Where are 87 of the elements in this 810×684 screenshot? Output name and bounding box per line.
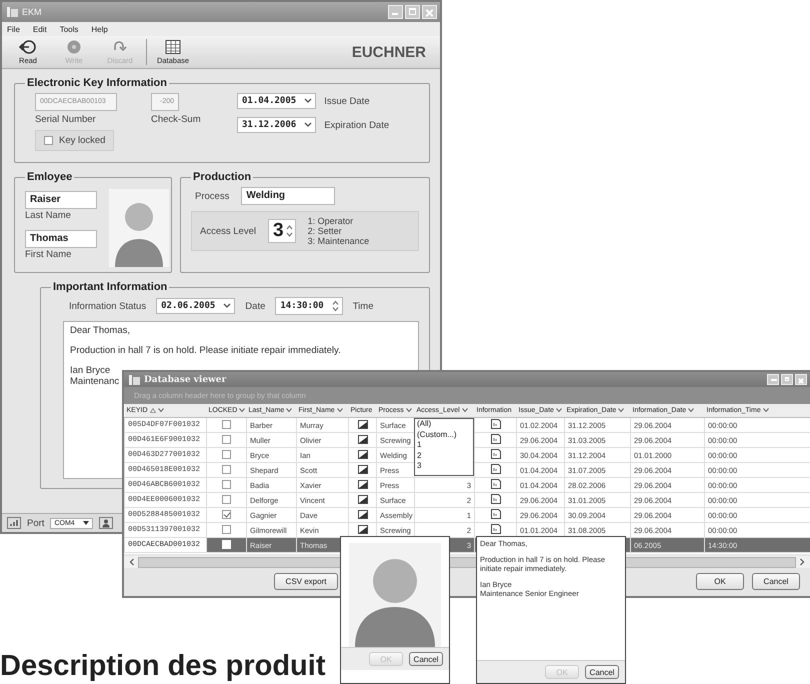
field-label: Last Name — [25, 210, 72, 221]
field-label: Access Level — [200, 226, 256, 236]
level-legend-line: 1: Operator — [308, 216, 354, 226]
ok-button[interactable]: OK — [696, 573, 744, 590]
port-label: Port — [27, 518, 44, 528]
checkbox-label: Key locked — [59, 135, 106, 146]
checkbox[interactable] — [222, 420, 231, 428]
spin-arrows-icon — [332, 300, 339, 312]
cancel-button[interactable]: Cancel — [752, 573, 800, 590]
message-line: Ian Bryce — [70, 365, 110, 376]
time-spinner[interactable]: 14:30:00 — [275, 297, 343, 315]
level-legend-line: 3: Maintenance — [308, 236, 370, 246]
signal-bars-icon[interactable] — [7, 517, 21, 529]
checkbox[interactable] — [222, 494, 231, 504]
document-icon[interactable] — [490, 479, 500, 489]
message-line: Maintenanc — [70, 376, 120, 387]
process-field[interactable]: Welding — [241, 187, 336, 205]
document-icon[interactable] — [490, 464, 500, 474]
app-icon — [129, 374, 140, 384]
document-icon[interactable] — [490, 419, 500, 429]
first-name-field[interactable]: Thomas — [25, 230, 97, 248]
image-icon[interactable] — [358, 464, 368, 474]
document-icon[interactable] — [490, 434, 500, 444]
menu-item[interactable]: File — [7, 24, 20, 34]
checkbox[interactable] — [222, 450, 231, 458]
menu-item[interactable]: Help — [91, 24, 108, 34]
last-name-field[interactable]: Raiser — [25, 191, 97, 209]
filter-option[interactable]: (Custom...) — [417, 430, 457, 440]
field-label: First Name — [25, 249, 72, 260]
access-level-spinner[interactable]: 3 — [268, 219, 296, 243]
field-label: Time — [352, 300, 374, 312]
field-label: Process — [195, 190, 230, 202]
group-title: Important Information — [52, 281, 168, 293]
filter-option[interactable]: 1 — [417, 440, 422, 450]
group-title: Emloyee — [26, 171, 74, 183]
image-icon[interactable] — [358, 524, 368, 534]
filter-option[interactable]: (All) — [417, 419, 432, 430]
logo-text: EUCHNER — [352, 44, 427, 60]
image-icon[interactable] — [358, 510, 368, 518]
field-label: Expiration Date — [324, 120, 390, 130]
message-line: Production in hall 7 is on hold. Please initiate repair immediately. — [70, 345, 341, 356]
table-grid-icon — [164, 39, 182, 55]
field-label: Information Status — [69, 300, 146, 312]
checkbox[interactable] — [222, 524, 231, 534]
document-icon[interactable] — [490, 449, 500, 459]
dropdown-arrow-icon — [82, 521, 89, 525]
image-icon[interactable] — [358, 494, 368, 504]
checkbox[interactable] — [222, 464, 231, 474]
disc-icon — [65, 39, 83, 55]
person-icon[interactable] — [98, 517, 113, 529]
app-icon — [7, 7, 18, 17]
checkbox[interactable] — [222, 510, 231, 518]
image-icon[interactable] — [358, 480, 368, 488]
group-title: Production — [192, 171, 252, 183]
image-icon[interactable] — [358, 434, 368, 444]
date-picker[interactable]: 01.04.2005 — [237, 93, 316, 109]
csv-export-button[interactable]: CSV export — [274, 573, 338, 590]
cancel-button[interactable]: Cancel — [409, 652, 443, 666]
group-title: Electronic Key Information — [26, 77, 168, 89]
message-line: Dear Thomas, — [70, 325, 130, 336]
image-icon[interactable] — [358, 450, 368, 458]
field-label: Issue Date — [324, 96, 370, 106]
arrow-in-circle-icon — [19, 39, 37, 55]
page-heading: Description des produit — [0, 650, 326, 683]
menu-item[interactable]: Tools — [60, 24, 78, 34]
date-picker[interactable]: 31.12.2006 — [237, 117, 316, 133]
document-icon[interactable] — [490, 524, 500, 534]
spin-arrows-icon — [286, 223, 293, 239]
date-picker[interactable]: 02.06.2005 — [156, 298, 236, 314]
field-label: Date — [245, 300, 266, 312]
cancel-button[interactable]: Cancel — [585, 665, 619, 679]
scroll-right-icon[interactable] — [798, 558, 806, 566]
filter-option[interactable]: 2 — [417, 450, 422, 461]
field-label: Serial Number — [35, 114, 97, 125]
checkbox[interactable] — [222, 480, 231, 488]
image-icon[interactable] — [358, 420, 368, 428]
scroll-left-icon[interactable] — [128, 558, 136, 566]
checkbox[interactable] — [44, 136, 53, 145]
document-icon[interactable] — [490, 494, 500, 504]
document-icon[interactable] — [490, 509, 500, 519]
window-title: Database viewer — [144, 374, 226, 384]
window-title: EKM — [22, 7, 42, 17]
menu-item[interactable]: Edit — [32, 24, 47, 34]
filter-option[interactable]: 3 — [417, 461, 422, 472]
checkbox[interactable] — [222, 434, 231, 444]
level-legend-line: 2: Setter — [308, 226, 343, 236]
field-label: Check-Sum — [151, 114, 202, 125]
